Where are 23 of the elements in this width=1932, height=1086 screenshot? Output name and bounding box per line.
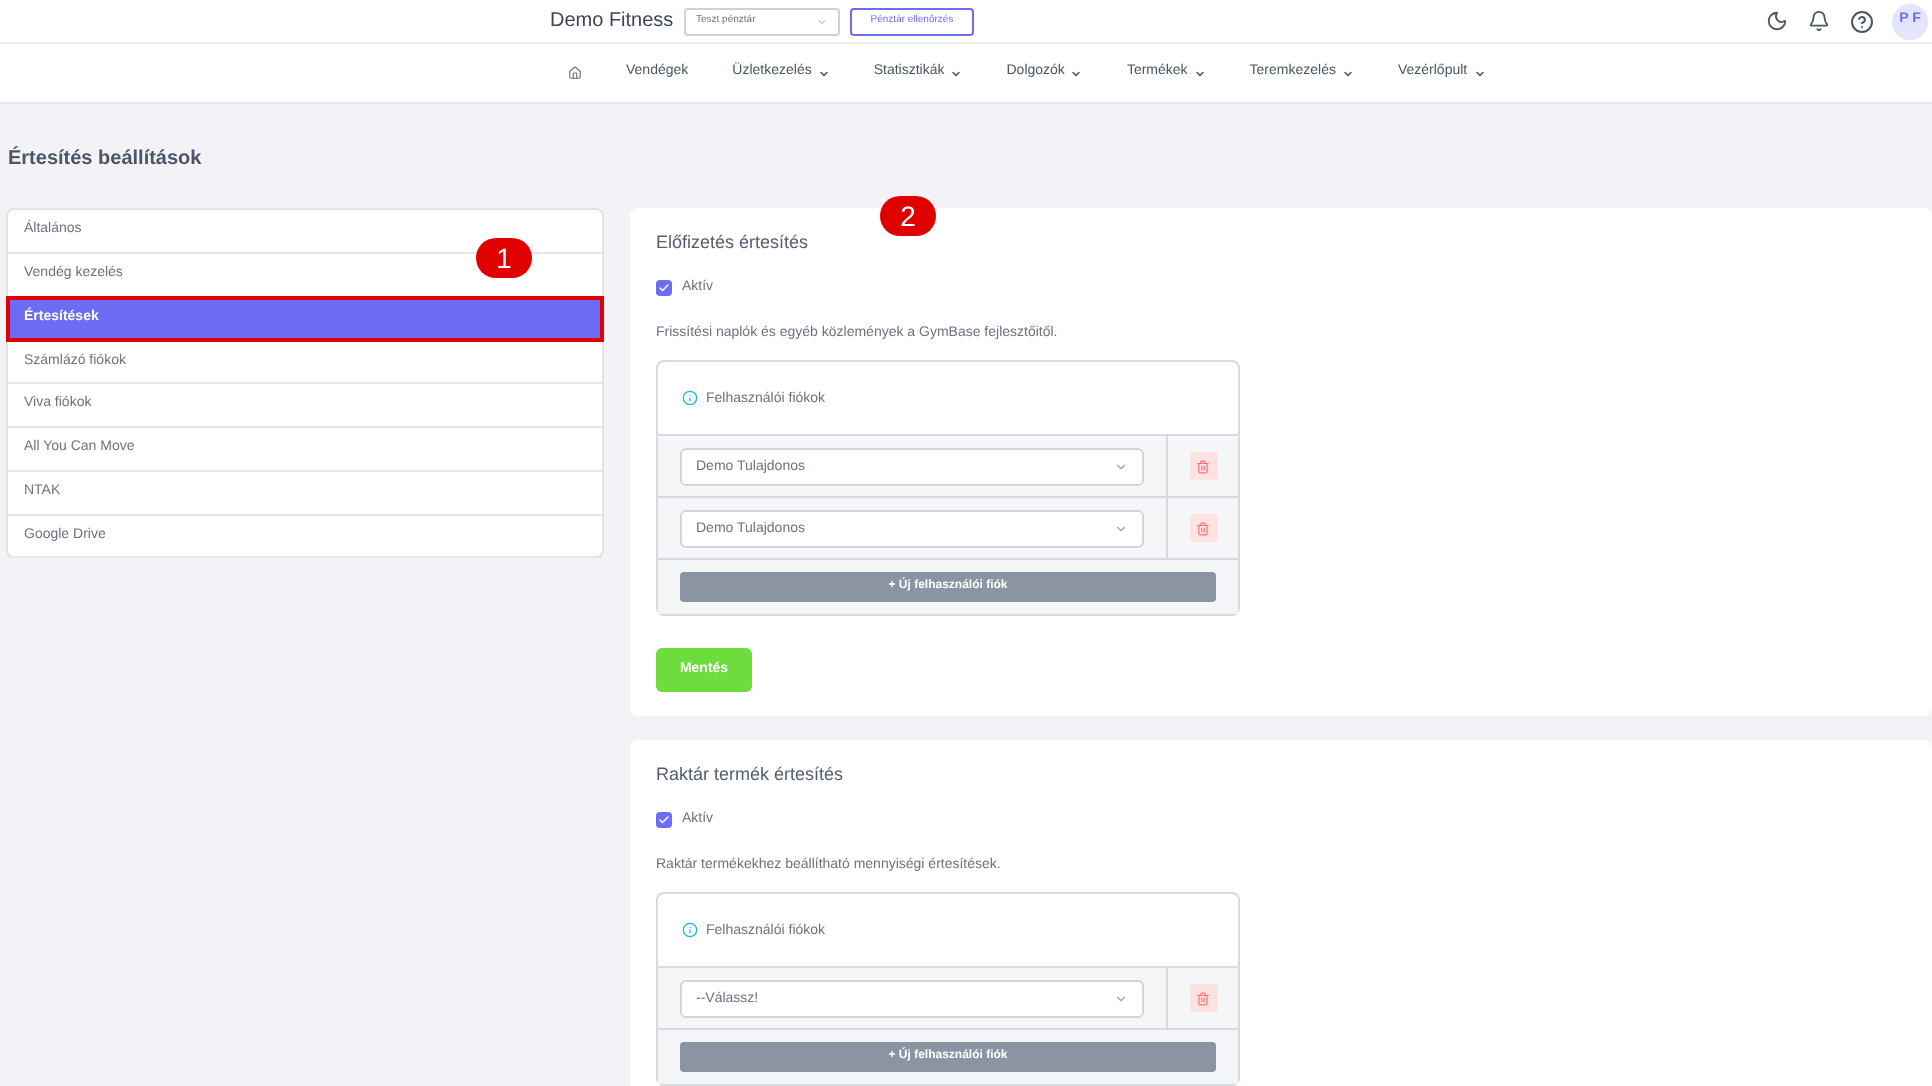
chevron-down-icon — [1114, 521, 1128, 535]
help-icon[interactable] — [1850, 9, 1874, 33]
trash-icon — [1196, 991, 1210, 1006]
info-icon — [682, 922, 698, 939]
section-title: Raktár termék értesítés — [656, 764, 846, 787]
chevron-down-icon — [1114, 991, 1128, 1006]
section-title: Előfizetés értesítés — [656, 232, 811, 254]
trash-icon — [1196, 521, 1210, 535]
delete-button[interactable] — [1189, 514, 1217, 542]
callout-marker: 2 — [880, 196, 936, 236]
checkbox[interactable] — [656, 280, 672, 296]
chevron-down-icon — [1114, 459, 1128, 473]
moon-icon[interactable] — [1766, 10, 1788, 32]
bell-icon[interactable] — [1808, 10, 1830, 32]
info-icon — [682, 390, 698, 406]
brand-name[interactable]: Demo Fitness — [550, 6, 674, 36]
home-icon[interactable] — [568, 66, 582, 80]
chevron-down-icon — [816, 15, 828, 27]
trash-icon — [1196, 459, 1210, 473]
delete-button[interactable] — [1189, 452, 1217, 480]
checkbox[interactable] — [656, 812, 672, 829]
page-title: Értesítés beállítások — [8, 144, 204, 174]
delete-button[interactable] — [1189, 984, 1217, 1013]
